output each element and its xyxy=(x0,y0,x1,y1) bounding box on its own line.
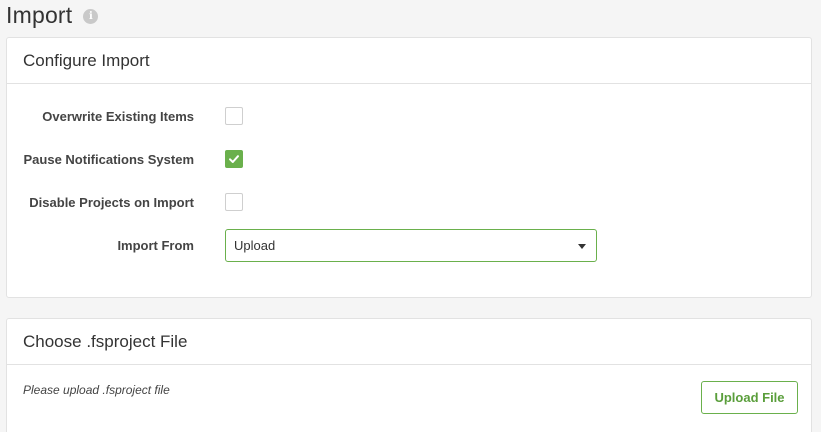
disable-projects-label: Disable Projects on Import xyxy=(29,194,194,210)
disable-projects-row: Disable Projects on Import xyxy=(7,187,811,217)
choose-file-heading: Choose .fsproject File xyxy=(7,319,811,365)
checkmark-icon xyxy=(229,155,239,163)
configure-import-heading: Configure Import xyxy=(7,38,811,84)
overwrite-existing-checkbox[interactable] xyxy=(225,107,243,125)
configure-import-panel: Configure Import Overwrite Existing Item… xyxy=(6,37,812,298)
pause-notifications-row: Pause Notifications System xyxy=(7,144,811,174)
import-from-row: Import From Upload xyxy=(7,229,811,262)
page-header: Import i xyxy=(6,0,99,30)
upload-file-button[interactable]: Upload File xyxy=(701,381,798,414)
overwrite-existing-label: Overwrite Existing Items xyxy=(42,108,194,124)
caret-down-icon xyxy=(578,244,586,249)
import-from-select[interactable]: Upload xyxy=(225,229,597,262)
info-icon[interactable]: i xyxy=(83,9,99,24)
pause-notifications-label: Pause Notifications System xyxy=(23,151,195,167)
pause-notifications-checkbox[interactable] xyxy=(225,150,243,168)
choose-file-panel: Choose .fsproject File Please upload .fs… xyxy=(6,318,812,432)
upload-instructions: Please upload .fsproject file xyxy=(23,383,170,397)
overwrite-existing-row: Overwrite Existing Items xyxy=(7,101,811,131)
import-page: Import i Configure Import Overwrite Exis… xyxy=(0,0,821,432)
import-from-selected-value: Upload xyxy=(234,238,276,253)
loading-spinner-icon xyxy=(350,425,430,432)
import-from-label: Import From xyxy=(117,237,194,253)
page-title: Import xyxy=(6,1,73,28)
disable-projects-checkbox[interactable] xyxy=(225,193,243,211)
